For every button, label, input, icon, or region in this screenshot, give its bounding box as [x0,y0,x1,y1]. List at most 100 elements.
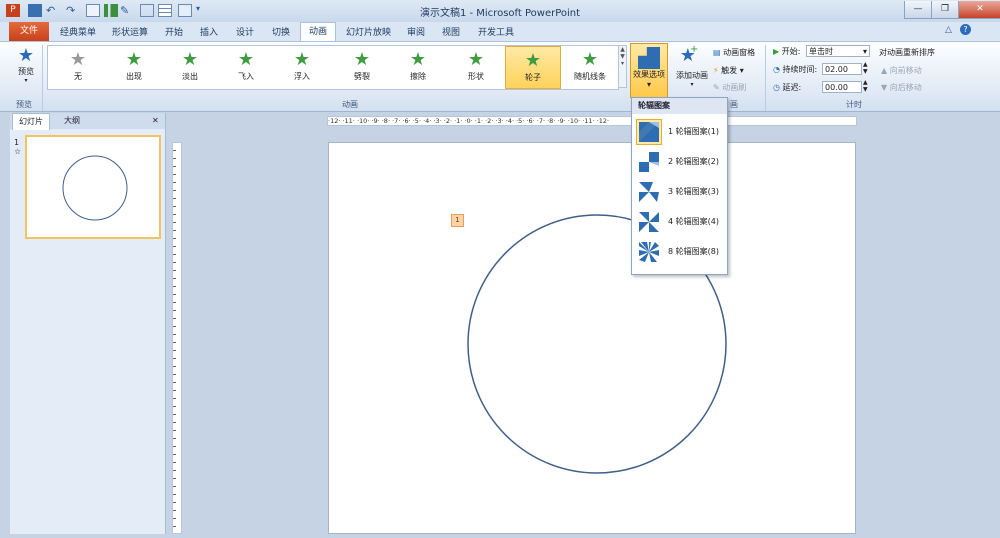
ribbon-tabs: 文件 经典菜单 形状运算 开始 插入 设计 切换 动画 幻灯片放映 审阅 视图 … [0,22,1000,41]
duration-stepper[interactable]: ▲ ▼ [863,61,868,75]
slide-thumbnail[interactable] [25,135,161,239]
anim-split[interactable]: ★ 劈裂 [334,46,390,89]
anim-appear[interactable]: ★ 出现 [106,46,162,89]
circle-shape[interactable] [329,143,857,535]
animation-pane-button[interactable]: ▤ 动画窗格 [713,47,755,58]
star-icon: ★ [581,49,599,70]
effect-options-button[interactable]: 效果选项 ▾ [630,43,668,98]
anim-wheel[interactable]: ★ 轮子 [505,46,561,89]
spoke-1-icon [636,119,662,145]
delay-stepper[interactable]: ▲ ▼ [863,79,868,93]
gallery-scroll[interactable]: ▲ ▼ ▾ [618,45,627,88]
group-animation-label: 动画 [342,100,358,109]
spoke-3-icon [639,182,659,202]
spoke-8-icon [639,242,659,262]
horizontal-ruler: ·12· ·11· ·10· ·9· ·8· ·7· ·6· ·5· ·4· ·… [327,116,857,126]
slide-pane-tabs: 幻灯片 大纲 ✕ [10,113,165,130]
separator [42,45,43,111]
start-label: ▶ 开始: [773,47,801,56]
star-icon: ★ [125,49,143,70]
chevron-down-icon: ▾ [646,80,651,89]
minimize-button[interactable]: — [904,1,932,19]
preview-label: 预览 [18,67,34,76]
anim-wipe[interactable]: ★ 擦除 [390,46,446,89]
add-animation-icon: ★+ [679,44,699,66]
animation-pane-label: 动画窗格 [723,48,756,57]
vertical-ruler [172,142,182,534]
scroll-up-icon[interactable]: ▲ [619,46,626,53]
close-button[interactable]: ✕ [958,1,1000,19]
scroll-down-icon[interactable]: ▼ [619,53,626,60]
group-preview-label: 预览 [16,100,32,109]
animation-painter-button[interactable]: ✎ 动画刷 [713,82,746,93]
star-icon: ★ [237,49,255,70]
window-title: 演示文稿1 - Microsoft PowerPoint [419,8,581,19]
duration-label: ◔ 持续时间: [773,65,818,74]
star-icon: ★ [524,50,542,71]
animation-star-icon: ☆ [14,147,22,156]
tab-animations[interactable]: 动画 [300,22,336,41]
tab-classic-menu[interactable]: 经典菜单 [60,25,96,38]
ribbon: ★ 预览 ▾ 预览 ★ 无 ★ 出现 ★ 淡出 ★ 飞入 ★ 浮入 ★ 劈裂 ★ 擦除 ★ 形状… [0,41,1000,112]
tab-outline[interactable]: 大纲 [58,113,86,129]
restore-button[interactable]: ❐ [931,1,959,19]
tab-slides[interactable]: 幻灯片 [12,113,50,130]
anim-float-in[interactable]: ★ 浮入 [274,46,330,89]
pane-close-button[interactable]: ✕ [146,113,165,129]
spoke-2-option[interactable]: 2 轮辐图案(2) [634,148,725,176]
delay-input[interactable]: 00.00 [822,81,862,93]
start-select[interactable]: 单击时 ▾ [806,45,870,57]
star-icon: ★ [293,49,311,70]
tab-slideshow[interactable]: 幻灯片放映 [346,25,391,38]
tab-transitions[interactable]: 切换 [272,25,290,38]
painter-icon: ✎ [713,83,720,92]
gallery-more-icon[interactable]: ▾ [619,60,626,67]
spoke-4-icon [639,212,659,232]
tab-developer[interactable]: 开发工具 [478,25,514,38]
spoke-2-icon [639,152,659,172]
anim-none[interactable]: ★ 无 [50,46,106,89]
tab-design[interactable]: 设计 [236,25,254,38]
animation-order-tag[interactable]: 1 [451,214,464,227]
help-icon[interactable]: ? [960,24,971,35]
reorder-label: 对动画重新排序 [879,48,935,57]
anim-shape[interactable]: ★ 形状 [448,46,504,89]
title-bar: P ↶ ↷ ✎ ▾ 演示文稿1 - Microsoft PowerPoint —… [0,0,1000,22]
slide-canvas[interactable] [328,142,856,534]
thumbnail-circle [62,155,128,221]
tab-home[interactable]: 开始 [165,25,183,38]
preview-button[interactable]: ★ 预览 ▾ [12,46,40,85]
star-icon: ★ [69,49,87,70]
spoke-8-option[interactable]: 8 轮辐图案(8) [634,238,725,266]
group-timing-label: 计时 [846,100,862,109]
star-icon: ★ [353,49,371,70]
tab-shape-ops[interactable]: 形状运算 [112,25,148,38]
move-later-button[interactable]: ▼ 向后移动 [881,82,922,93]
tab-file[interactable]: 文件 [9,22,49,41]
group-advanced-label: 画 [730,100,738,109]
spoke-3-option[interactable]: 3 轮辐图案(3) [634,178,725,206]
trigger-icon: ⚡ [713,66,719,75]
delay-label: ◷ 延迟: [773,83,802,92]
animation-pane-icon: ▤ [713,48,721,57]
duration-input[interactable]: 02.00 [822,63,862,75]
animation-painter-label: 动画刷 [722,83,747,92]
anim-random-bars[interactable]: ★ 随机线条 [562,46,618,89]
move-earlier-button[interactable]: ▲ 向前移动 [881,65,922,76]
anim-fade[interactable]: ★ 淡出 [162,46,218,89]
ribbon-collapse-icon[interactable]: △ [945,25,952,35]
effect-options-icon [638,47,660,69]
star-icon: ★ [409,49,427,70]
spoke-4-option[interactable]: 4 轮辐图案(4) [634,208,725,236]
effect-options-dropdown: 轮辐图案 1 轮辐图案(1) 2 轮辐图案(2) 3 轮辐图案(3) 4 轮辐图… [631,97,728,275]
slide-number: 1 ☆ [14,138,22,156]
spoke-1-option[interactable]: 1 轮辐图案(1) [634,118,725,146]
add-animation-button[interactable]: ★+ 添加动画 ▾ [674,44,710,88]
anim-fly-in[interactable]: ★ 飞入 [218,46,274,89]
effect-options-label: 效果选项 [633,70,665,79]
trigger-label: 触发 [721,66,738,75]
trigger-button[interactable]: ⚡ 触发 ▾ [713,65,744,76]
tab-review[interactable]: 审阅 [407,25,425,38]
tab-insert[interactable]: 插入 [200,25,218,38]
tab-view[interactable]: 视图 [442,25,460,38]
